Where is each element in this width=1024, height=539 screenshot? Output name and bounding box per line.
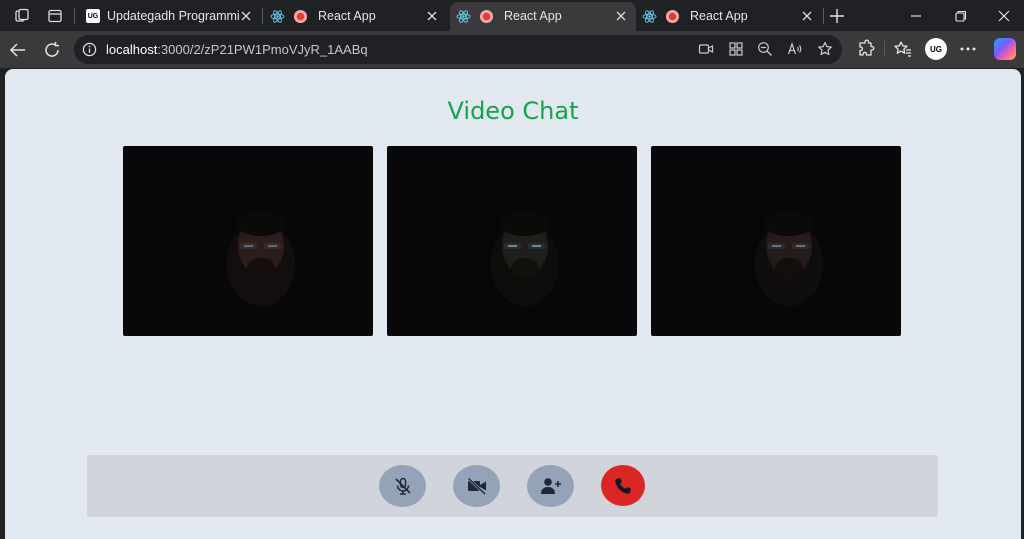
participant-video (491, 212, 559, 306)
close-tab-icon[interactable] (425, 9, 439, 23)
browser-toolbar: localhost:3000/2/zP21PW1PmoVJyR_1AABq UG (0, 31, 1024, 68)
page-title: Video Chat (447, 97, 579, 125)
back-button[interactable] (7, 39, 29, 61)
tab-separator (74, 8, 75, 24)
zoom-out-icon[interactable] (757, 41, 773, 57)
tab-react-app-2[interactable]: React App (450, 2, 636, 31)
mute-mic-button[interactable] (379, 465, 426, 507)
video-tile-3 (651, 146, 901, 336)
participant-video (227, 212, 295, 306)
tab-separator (823, 8, 824, 24)
close-window-button[interactable] (990, 5, 1018, 27)
address-bar[interactable]: localhost:3000/2/zP21PW1PmoVJyR_1AABq (74, 35, 842, 64)
restore-button[interactable] (947, 5, 975, 27)
tab-bar: UG Updategadh Programming React App Reac… (0, 0, 1024, 31)
camera-in-use-icon[interactable] (698, 41, 714, 57)
tab-react-app-3[interactable]: React App (636, 2, 822, 31)
more-menu-icon[interactable] (957, 38, 979, 60)
react-icon (456, 10, 471, 23)
add-user-icon (540, 478, 561, 494)
react-icon (642, 10, 657, 23)
stop-video-button[interactable] (453, 465, 500, 507)
participant-video (755, 212, 823, 306)
workspaces-icon[interactable] (12, 6, 32, 26)
site-info-icon[interactable] (82, 42, 97, 57)
vertical-tabs-icon[interactable] (45, 6, 65, 26)
toolbar-separator (884, 41, 885, 57)
ug-logo-icon: UG (86, 9, 100, 23)
tab-react-app-1[interactable]: React App (264, 2, 447, 31)
react-icon (270, 10, 285, 23)
phone-icon (615, 477, 631, 494)
tab-title: Updategadh Programming (107, 9, 239, 23)
app-available-icon[interactable] (728, 41, 744, 57)
video-off-icon (467, 477, 486, 495)
minimize-button[interactable] (902, 5, 930, 27)
close-tab-icon[interactable] (239, 9, 253, 23)
mic-off-icon (394, 477, 411, 495)
refresh-button[interactable] (41, 39, 63, 61)
tab-title: React App (318, 9, 376, 23)
end-call-button[interactable] (601, 465, 645, 506)
read-aloud-icon[interactable] (787, 41, 803, 57)
tab-title: React App (504, 9, 562, 23)
extensions-icon[interactable] (855, 38, 877, 60)
recording-icon (665, 9, 680, 24)
recording-icon (479, 9, 494, 24)
close-tab-icon[interactable] (614, 9, 628, 23)
url-path: :3000/2/zP21PW1PmoVJyR_1AABq (157, 42, 368, 57)
copilot-icon[interactable] (994, 38, 1016, 60)
tab-separator (262, 8, 263, 24)
recording-icon (293, 9, 308, 24)
new-tab-button[interactable] (826, 6, 848, 26)
video-tile-1 (123, 146, 373, 336)
url-text[interactable]: localhost:3000/2/zP21PW1PmoVJyR_1AABq (106, 42, 368, 57)
call-controls-bar (87, 455, 938, 517)
close-tab-icon[interactable] (800, 9, 814, 23)
favorites-icon[interactable] (892, 38, 914, 60)
video-tile-2 (387, 146, 637, 336)
page-viewport: Video Chat (5, 69, 1021, 539)
url-host: localhost (106, 42, 158, 57)
tab-title: React App (690, 9, 748, 23)
profile-avatar[interactable]: UG (925, 38, 947, 60)
add-participant-button[interactable] (527, 465, 574, 507)
tab-updategadh[interactable]: UG Updategadh Programming (78, 2, 261, 31)
favorite-star-icon[interactable] (817, 41, 833, 57)
